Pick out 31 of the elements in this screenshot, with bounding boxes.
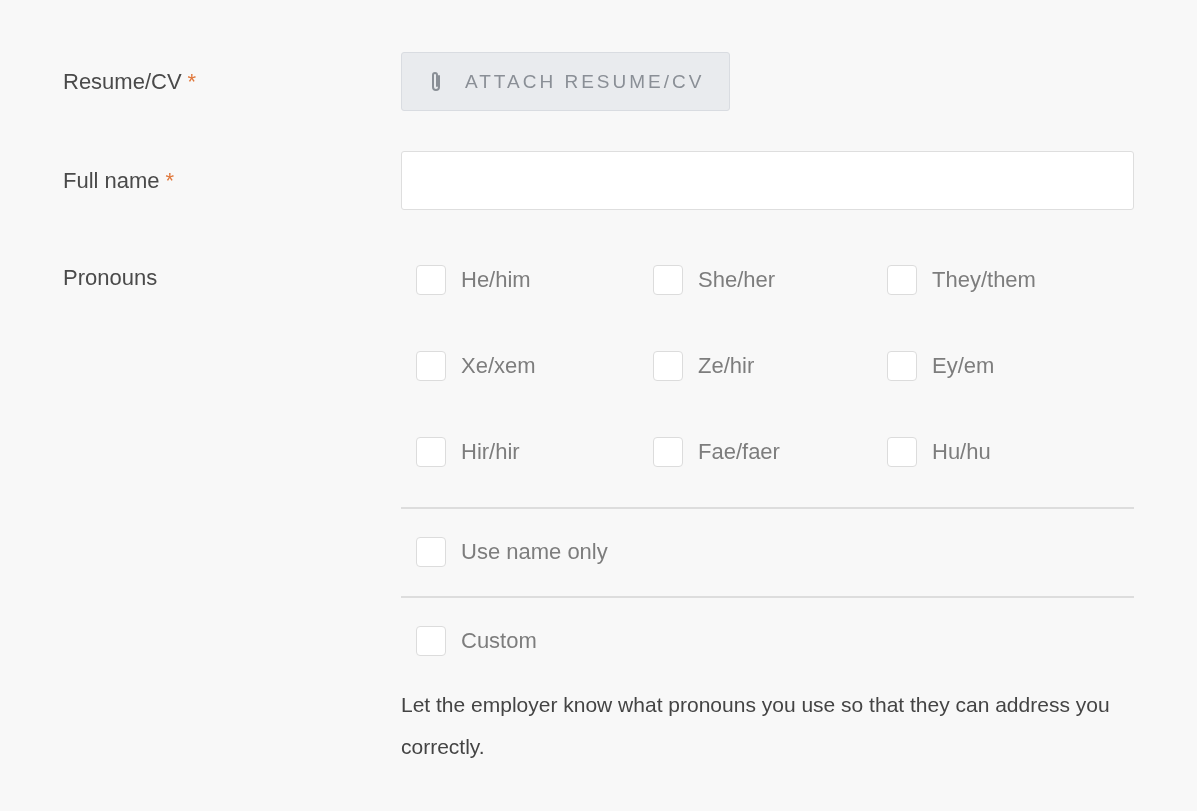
checkbox[interactable] — [416, 265, 446, 295]
checkbox-label: Xe/xem — [461, 353, 536, 379]
checkbox-label: Hir/hir — [461, 439, 520, 465]
checkbox[interactable] — [653, 265, 683, 295]
checkbox[interactable] — [416, 626, 446, 656]
checkbox-label: He/him — [461, 267, 531, 293]
checkbox[interactable] — [887, 437, 917, 467]
checkbox[interactable] — [416, 351, 446, 381]
checkbox-label: Use name only — [461, 539, 608, 565]
checkbox-label: Ey/em — [932, 353, 995, 379]
checkbox-label: Ze/hir — [698, 353, 755, 379]
field-label: Full name — [63, 167, 160, 195]
checkbox[interactable] — [887, 351, 917, 381]
checkbox[interactable] — [416, 437, 446, 467]
checkbox-label: Custom — [461, 628, 537, 654]
checkbox-label: She/her — [698, 267, 776, 293]
checkbox[interactable] — [653, 351, 683, 381]
help-text: Let the employer know what pronouns you use so that they can address you correctly. — [401, 692, 1111, 760]
required-mark: * — [165, 167, 175, 195]
paperclip-icon — [429, 69, 443, 94]
checkbox-label: Hu/hu — [932, 439, 991, 465]
input-field[interactable] — [401, 151, 1134, 210]
checkbox[interactable] — [653, 437, 683, 467]
field-label: Resume/CV — [63, 68, 182, 96]
checkbox[interactable] — [416, 537, 446, 567]
attach-button[interactable]: ATTACH RESUME/CV — [401, 52, 731, 111]
field-label: Pronouns — [63, 264, 158, 292]
checkbox-label: Fae/faer — [698, 439, 780, 465]
checkbox-label: They/them — [932, 267, 1036, 293]
required-mark: * — [187, 68, 197, 96]
checkbox[interactable] — [887, 265, 917, 295]
